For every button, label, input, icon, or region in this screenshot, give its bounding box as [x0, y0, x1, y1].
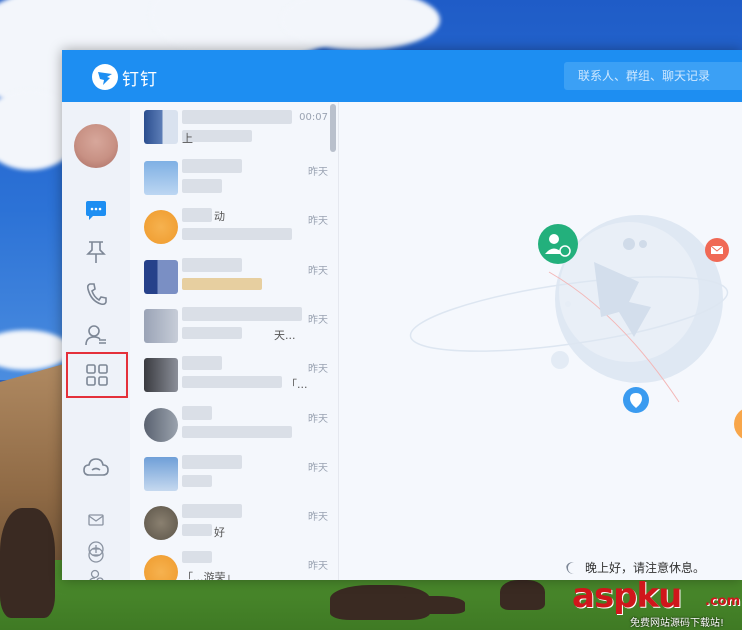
- contact-avatar: [144, 260, 178, 294]
- chat-time: 昨天: [308, 266, 328, 277]
- grid-apps-icon: [86, 364, 108, 386]
- dingtalk-logo-icon: [92, 64, 118, 90]
- list-item[interactable]: 昨天: [130, 449, 338, 497]
- chat-time: 昨天: [308, 414, 328, 425]
- watermark: aspku .com 免费网站源码下载站!: [572, 576, 741, 629]
- chat-snippet: 动: [214, 210, 225, 223]
- sidebar-item-calls[interactable]: [81, 279, 111, 309]
- chat-snippet: 「...游荣」: [182, 571, 237, 580]
- contact-avatar: [144, 110, 178, 144]
- horse: [395, 596, 465, 614]
- contact-avatar: [144, 210, 178, 244]
- list-item[interactable]: 上 00:07: [130, 102, 338, 150]
- more-circle-icon[interactable]: [88, 547, 104, 563]
- chat-time: 昨天: [308, 512, 328, 523]
- list-item[interactable]: 「... 昨天: [130, 350, 338, 398]
- list-item[interactable]: 昨天: [130, 252, 338, 300]
- empty-state-illustration: [409, 215, 742, 439]
- pin-icon: [86, 241, 106, 263]
- horse: [500, 580, 545, 610]
- contact-call-icon: [538, 224, 578, 264]
- app-title: 钉钉: [122, 70, 158, 90]
- watermark-subtitle: 免费网站源码下载站!: [630, 618, 725, 629]
- cloud-icon: [83, 458, 109, 476]
- chat-list: 上 00:07 昨天 动 昨天 昨天 天... 昨天 「... 昨天 昨天 昨天…: [130, 102, 339, 580]
- moon-icon: [566, 561, 574, 574]
- chat-snippet: 「...: [286, 378, 308, 391]
- sidebar: [62, 102, 130, 580]
- chat-snippet: 上: [182, 132, 193, 145]
- sidebar-item-contacts[interactable]: [81, 320, 111, 350]
- chat-time: 00:07: [299, 112, 328, 123]
- phone-icon: [86, 283, 107, 306]
- list-item[interactable]: 「...游荣」 昨天: [130, 547, 338, 580]
- contacts-icon: [85, 325, 106, 346]
- chat-time: 昨天: [308, 216, 328, 227]
- contact-avatar: [144, 457, 178, 491]
- contact-avatar: [144, 555, 178, 580]
- contact-avatar: [144, 408, 178, 442]
- sidebar-item-workbench[interactable]: [66, 352, 128, 398]
- greeting: 晚上好，请注意休息。: [565, 559, 705, 576]
- chat-time: 昨天: [308, 315, 328, 326]
- contact-avatar: [144, 161, 178, 195]
- contact-avatar: [144, 309, 178, 343]
- list-item[interactable]: 动 昨天: [130, 202, 338, 250]
- contact-avatar: [144, 358, 178, 392]
- sidebar-item-messages[interactable]: [81, 196, 111, 226]
- mail-icon: [88, 514, 104, 526]
- watermark-brand: aspku: [572, 576, 682, 616]
- user-add-icon: [89, 569, 104, 580]
- chat-snippet: 天...: [274, 329, 296, 342]
- watermark-suffix: .com: [705, 594, 741, 609]
- sidebar-item-ding[interactable]: [81, 237, 111, 267]
- main-panel: 晚上好，请注意休息。: [339, 102, 742, 580]
- chat-bubble-icon: [86, 201, 106, 220]
- list-item[interactable]: 昨天: [130, 400, 338, 448]
- list-item[interactable]: 好 昨天: [130, 498, 338, 546]
- contact-avatar: [144, 506, 178, 540]
- search-input[interactable]: 联系人、群组、聊天记录: [564, 62, 742, 90]
- greeting-text: 晚上好，请注意休息。: [585, 561, 706, 575]
- title-bar: 钉钉 联系人、群组、聊天记录: [62, 50, 742, 102]
- user-icon: [734, 409, 742, 439]
- sidebar-item-mail[interactable]: [86, 510, 106, 530]
- sidebar-item-cloud[interactable]: [81, 452, 111, 482]
- sidebar-item-add-friend[interactable]: [86, 567, 106, 580]
- avatar[interactable]: [74, 124, 118, 168]
- chat-time: 昨天: [308, 364, 328, 375]
- list-item[interactable]: 天... 昨天: [130, 301, 338, 349]
- dingtalk-window: 钉钉 联系人、群组、聊天记录 上 00:07 昨天 动 昨天 昨天 天... 昨…: [62, 50, 742, 580]
- chat-time: 昨天: [308, 167, 328, 178]
- chat-time: 昨天: [308, 463, 328, 474]
- chat-time: 昨天: [308, 561, 328, 572]
- list-item[interactable]: 昨天: [130, 153, 338, 201]
- chat-list-scrollbar[interactable]: [330, 104, 336, 152]
- chat-snippet: 好: [214, 526, 225, 539]
- horse: [0, 508, 55, 618]
